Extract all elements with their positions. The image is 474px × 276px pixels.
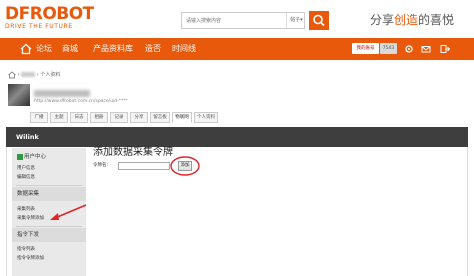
profile-url[interactable]: http://www.dfrobot.com.cn/space/uid-**** <box>34 98 128 106</box>
user-account-button[interactable]: 我的账号 <box>352 43 379 54</box>
nav-item-maker[interactable]: 造否 <box>145 38 161 60</box>
add-button[interactable]: 添加 <box>178 161 192 171</box>
breadcrumb: › › 个人资料 <box>8 70 60 80</box>
sidebar-divider <box>16 226 82 227</box>
tab-blog[interactable]: 日志 <box>70 112 88 123</box>
search-scope-label: 帖子 <box>290 17 301 23</box>
slogan: 分享创造的喜悦 <box>370 11 454 29</box>
nav-item-forum[interactable]: 论坛 <box>36 38 52 60</box>
profile-name <box>34 90 90 97</box>
logo-tagline: DRIVE THE FUTURE <box>5 23 73 30</box>
tab-share[interactable]: 分享 <box>130 112 148 123</box>
logo-wordmark: DFROBOT <box>5 4 94 24</box>
tab-profile[interactable]: 个人资料 <box>194 112 218 123</box>
breadcrumb-current: 个人资料 <box>40 72 61 78</box>
sidebar-item-command-list[interactable]: 指令列表 <box>17 246 35 254</box>
check-icon <box>17 153 23 160</box>
main-nav: 论坛 商城 产品资料库 造否 时间线 我的账号 7543 <box>0 38 474 60</box>
tab-guestbook[interactable]: 留言板 <box>150 112 170 123</box>
gear-icon[interactable] <box>404 44 414 54</box>
tab-records[interactable]: 记录 <box>110 112 128 123</box>
search-box: 帖子▾ <box>181 12 305 29</box>
sidebar-section-command[interactable]: 指令下发 <box>12 228 86 242</box>
mail-icon[interactable] <box>421 44 431 54</box>
sidebar-item-add-command-token[interactable]: 指令令牌添加 <box>17 255 44 263</box>
search-icon <box>313 14 325 27</box>
search-input[interactable] <box>182 13 284 28</box>
panel-header: Wilink <box>6 127 468 147</box>
sidebar-divider <box>16 185 82 186</box>
tab-album[interactable]: 相册 <box>90 112 108 123</box>
breadcrumb-separator: › <box>17 72 20 78</box>
sidebar-item-add-collect-token[interactable]: 采集令牌添加 <box>17 215 44 223</box>
tab-broadcast[interactable]: 广播 <box>30 112 48 123</box>
sidebar: 用户中心 用户信息 编辑信息 数据采集 采集列表 采集令牌添加 指令下发 指令列… <box>12 148 86 276</box>
sidebar-item-user-info[interactable]: 用户信息 <box>17 165 35 173</box>
sidebar-item-edit-info[interactable]: 编辑信息 <box>17 174 35 182</box>
breadcrumb-user[interactable] <box>21 72 36 77</box>
site-header: DFROBOT DRIVE THE FUTURE 帖子▾ 分享创造的喜悦 <box>0 0 474 38</box>
points-badge[interactable]: 7543 <box>380 43 397 54</box>
dfrobot-logo[interactable]: DFROBOT DRIVE THE FUTURE <box>5 6 95 34</box>
slogan-prefix: 分享 <box>370 13 395 27</box>
token-name-label: 令牌名： <box>93 163 111 168</box>
search-button[interactable] <box>309 11 329 30</box>
slogan-accent: 创造 <box>394 13 419 27</box>
breadcrumb-separator: › <box>36 72 39 78</box>
token-name-input[interactable] <box>118 162 170 170</box>
chevron-down-icon: ▾ <box>300 17 303 23</box>
sidebar-section-data[interactable]: 数据采集 <box>12 187 86 201</box>
sidebar-section-user[interactable]: 用户中心 <box>12 150 86 164</box>
sidebar-item-collect-list[interactable]: 采集列表 <box>17 206 35 214</box>
avatar[interactable] <box>8 84 30 106</box>
panel-title: Wilink <box>16 133 39 141</box>
content-title: 添加数据采集令牌 <box>93 147 173 158</box>
logout-icon[interactable] <box>440 44 450 54</box>
slogan-suffix: 的喜悦 <box>418 13 455 27</box>
tab-iot[interactable]: 物联网 <box>172 112 192 123</box>
nav-item-timeline[interactable]: 时间线 <box>172 38 196 60</box>
nav-item-shop[interactable]: 商城 <box>62 38 78 60</box>
home-icon[interactable] <box>8 70 16 79</box>
sidebar-section-label: 用户中心 <box>24 154 47 160</box>
nav-item-library[interactable]: 产品资料库 <box>93 38 133 60</box>
tab-topics[interactable]: 主题 <box>50 112 68 123</box>
home-icon[interactable] <box>20 43 32 55</box>
search-scope-select[interactable]: 帖子▾ <box>286 13 306 28</box>
